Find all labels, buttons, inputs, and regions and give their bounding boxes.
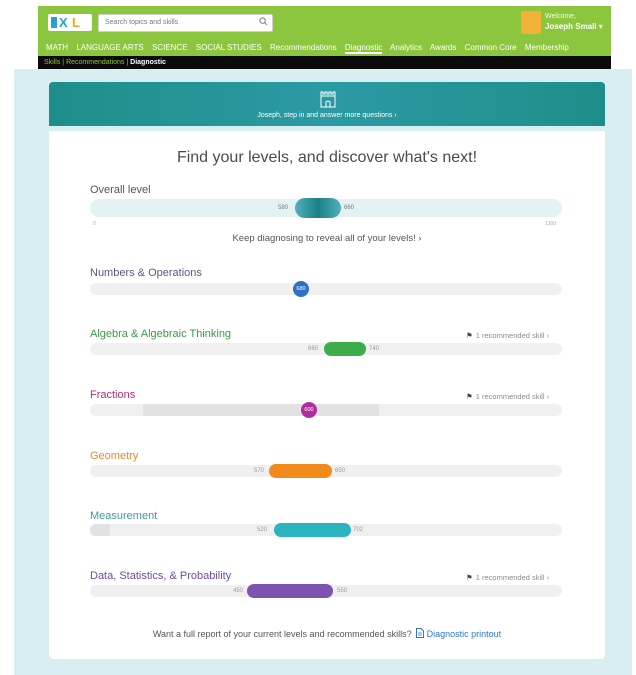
report-prompt: Want a full report of your current level… (49, 628, 605, 639)
nav-membership[interactable]: Membership (525, 43, 569, 52)
category-label-fractions[interactable]: Fractions (90, 389, 135, 401)
category-label-measurement[interactable]: Measurement (90, 510, 157, 522)
category-track-numbers (90, 283, 562, 295)
castle-icon (320, 91, 336, 108)
nav-diagnostic[interactable]: Diagnostic (344, 43, 383, 54)
data-statistics-low-value: 450 (233, 588, 244, 594)
search-icon[interactable] (259, 17, 268, 26)
overall-scale-max: 1300 (545, 221, 557, 227)
nav-math[interactable]: MATH (46, 43, 68, 52)
data-statistics-high-value: 550 (337, 588, 348, 594)
recommended-skill-algebra[interactable]: ⚑ 1 recommended skill › (466, 331, 549, 340)
category-label-algebra[interactable]: Algebra & Algebraic Thinking (90, 328, 231, 340)
main-nav: MATH LANGUAGE ARTS SCIENCE SOCIAL STUDIE… (46, 43, 575, 55)
logo-mark-icon (51, 17, 57, 28)
recommended-skill-text: 1 recommended skill › (475, 573, 550, 582)
breadcrumb-current: Diagnostic (130, 59, 166, 66)
nav-analytics[interactable]: Analytics (390, 43, 422, 52)
breadcrumb-recommendations[interactable]: Recommendations (66, 59, 124, 66)
overall-level-label: Overall level (90, 184, 151, 196)
overall-low-value: 580 (278, 205, 289, 211)
nav-recommendations[interactable]: Recommendations (270, 43, 337, 52)
overall-scale-min: 0 (93, 221, 96, 227)
nav-language-arts[interactable]: LANGUAGE ARTS (76, 43, 143, 52)
category-label-numbers[interactable]: Numbers & Operations (90, 267, 202, 279)
recommended-skill-fractions[interactable]: ⚑ 1 recommended skill › (466, 392, 549, 401)
level-range-algebra (324, 342, 366, 356)
nav-common-core[interactable]: Common Core (465, 43, 517, 52)
search-input[interactable]: Search topics and skills (98, 14, 273, 32)
flag-icon: ⚑ (466, 392, 473, 401)
flag-icon: ⚑ (466, 331, 473, 340)
report-prompt-text: Want a full report of your current level… (152, 629, 412, 639)
level-range-geometry (269, 464, 332, 478)
avatar[interactable] (521, 11, 541, 34)
level-range-measurement (274, 523, 351, 537)
level-range-data-statistics (247, 584, 333, 598)
category-label-data-statistics[interactable]: Data, Statistics, & Probability (90, 570, 231, 582)
category-label-geometry[interactable]: Geometry (90, 450, 138, 462)
algebra-high-value: 740 (369, 346, 380, 352)
recommended-skill-data-statistics[interactable]: ⚑ 1 recommended skill › (466, 573, 549, 582)
keep-diagnosing-link[interactable]: Keep diagnosing to reveal all of your le… (49, 233, 605, 244)
nav-awards[interactable]: Awards (430, 43, 457, 52)
overall-level-range (295, 198, 341, 218)
recommended-skill-text: 1 recommended skill › (475, 331, 550, 340)
logo-mark-x-icon: X (59, 15, 68, 30)
page-title: Find your levels, and discover what's ne… (176, 149, 478, 166)
logo-mark-l-icon: L (72, 15, 80, 30)
measurement-low-value: 520 (257, 527, 268, 533)
diagnostic-banner[interactable]: Joseph, step in and answer more question… (49, 82, 605, 126)
nav-science[interactable]: SCIENCE (152, 43, 188, 52)
geometry-high-value: 650 (335, 468, 346, 474)
geometry-low-value: 570 (254, 468, 265, 474)
level-dot-numbers: 680 (293, 281, 309, 297)
breadcrumb-skills[interactable]: Skills (44, 59, 60, 66)
document-icon (415, 628, 424, 638)
nav-social-studies[interactable]: SOCIAL STUDIES (196, 43, 262, 52)
breadcrumb: Skills | Recommendations | Diagnostic (38, 56, 611, 69)
top-nav-bar: X L Search topics and skills Welcome, Jo… (38, 6, 611, 56)
level-dot-fractions: 600 (301, 402, 317, 418)
user-menu[interactable]: Joseph Small ▾ (545, 22, 603, 31)
recommended-skill-text: 1 recommended skill › (475, 392, 550, 401)
levels-card: Find your levels, and discover what's ne… (49, 131, 605, 659)
banner-link[interactable]: Joseph, step in and answer more question… (49, 112, 605, 119)
measurement-high-value: 702 (353, 527, 364, 533)
category-track-fractions (90, 404, 562, 416)
ixl-logo[interactable]: X L (48, 14, 92, 31)
algebra-low-value: 660 (308, 346, 319, 352)
overall-high-value: 660 (344, 205, 355, 211)
welcome-text: Welcome, (545, 13, 576, 20)
flag-icon: ⚑ (466, 573, 473, 582)
diagnostic-printout-link[interactable]: Diagnostic printout (427, 629, 502, 639)
